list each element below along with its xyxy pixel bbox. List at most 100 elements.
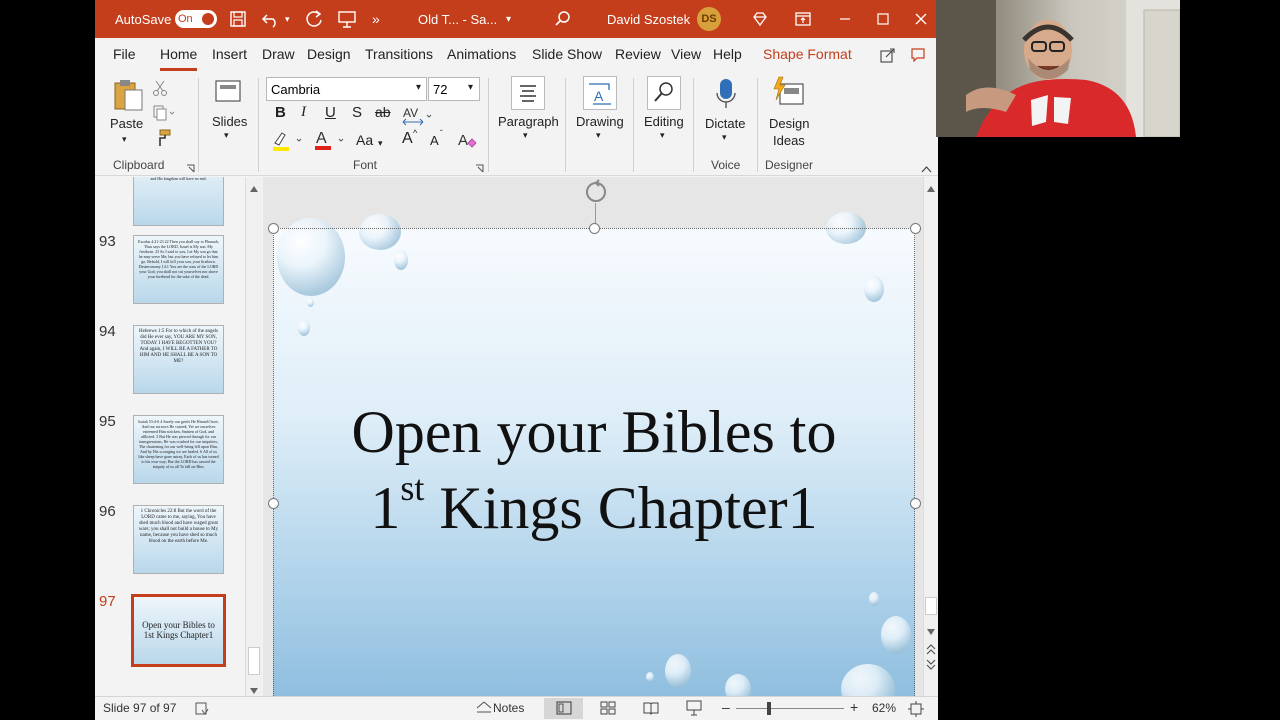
change-case-button[interactable]: Aa [356,132,373,148]
accessibility-icon[interactable] [195,702,209,719]
title-dropdown-icon[interactable]: ▾ [506,0,511,38]
microphone-icon[interactable] [715,78,737,117]
paragraph-dropdown-icon[interactable]: ▾ [523,130,528,141]
undo-icon[interactable] [261,0,281,38]
diamond-icon[interactable] [751,0,769,38]
document-title[interactable]: Old T... - Sa... [418,0,497,38]
design-ideas-button[interactable]: Design [769,116,809,131]
next-slide-icon[interactable] [926,658,936,676]
slide-show-icon[interactable] [686,700,702,719]
slide-sorter-icon[interactable] [600,701,616,718]
strikethrough-button[interactable]: ab [375,104,391,120]
resize-handle[interactable] [910,498,921,509]
scroll-down-icon[interactable] [249,682,259,696]
slide-thumbnail-95[interactable]: Isaiah 53:4-6 4 Surely our griefs He Him… [133,415,224,484]
maximize-icon[interactable] [877,0,889,38]
drawing-icon[interactable]: A [583,76,617,115]
dictate-button[interactable]: Dictate [705,116,745,131]
paragraph-button[interactable]: Paragraph [498,114,559,129]
tab-slide-show[interactable]: Slide Show [532,46,602,68]
zoom-level[interactable]: 62% [872,701,896,715]
slide-thumbnail-96[interactable]: 1 Chronicles 22:8 But the word of the LO… [133,505,224,574]
copy-icon[interactable] [153,105,175,126]
shrink-font-button[interactable]: A [430,133,439,148]
notes-icon[interactable] [476,701,492,718]
font-color-icon[interactable]: A [313,128,347,157]
fit-slide-icon[interactable] [908,701,924,720]
thumbnails-scroll-thumb[interactable] [248,647,260,675]
more-commands-icon[interactable]: » [372,0,380,38]
editing-dropdown-icon[interactable]: ▾ [660,130,665,141]
font-name-dropdown-icon[interactable]: ▾ [416,82,421,93]
tab-draw[interactable]: Draw [262,46,295,68]
normal-view-icon[interactable] [556,701,572,718]
share-icon[interactable] [880,47,896,66]
underline-button[interactable]: U [325,104,336,121]
design-ideas-icon[interactable] [771,76,805,113]
undo-dropdown-icon[interactable]: ▾ [285,0,290,38]
slides-button[interactable]: Slides [212,114,247,129]
autosave-toggle[interactable]: On [175,10,217,28]
font-launcher-icon[interactable] [475,160,484,178]
zoom-in-button[interactable]: + [850,699,858,715]
close-icon[interactable] [915,0,927,38]
resize-handle[interactable] [268,498,279,509]
save-icon[interactable] [229,0,247,38]
zoom-slider-thumb[interactable] [767,702,771,715]
clipboard-launcher-icon[interactable] [186,160,195,178]
tab-animations[interactable]: Animations [447,46,516,68]
design-ideas-button-line2[interactable]: Ideas [773,133,805,148]
editing-button[interactable]: Editing [644,114,684,129]
resize-handle[interactable] [589,223,600,234]
new-slide-icon[interactable] [215,80,241,107]
drawing-dropdown-icon[interactable]: ▾ [596,130,601,141]
search-icon[interactable] [554,0,572,38]
slide-thumbnail-94[interactable]: Hebrews 1:5 For to which of the angels d… [133,325,224,394]
font-name-select[interactable] [266,77,427,101]
bold-button[interactable]: B [275,104,286,121]
scroll-up-icon[interactable] [249,180,259,198]
zoom-slider-track[interactable] [736,708,844,709]
resize-handle[interactable] [268,223,279,234]
ribbon-display-icon[interactable] [795,0,811,38]
tab-help[interactable]: Help [713,46,742,68]
highlight-icon[interactable] [271,130,305,157]
collapse-ribbon-icon[interactable] [921,160,932,178]
scroll-up-icon[interactable] [926,180,936,198]
editing-icon[interactable] [647,76,681,115]
clear-formatting-icon[interactable]: A [457,130,477,155]
tab-insert[interactable]: Insert [212,46,247,68]
redo-icon[interactable] [304,0,324,38]
tab-design[interactable]: Design [307,46,351,68]
thumbnails-scrollbar[interactable] [245,177,262,696]
paste-button[interactable]: Paste [110,116,143,131]
change-case-dropdown-icon[interactable]: ▾ [378,138,383,149]
slide-thumbnail-92[interactable]: called the Son of the Most High; and the… [133,177,224,226]
notes-button[interactable]: Notes [493,701,524,715]
format-painter-icon[interactable] [153,129,171,152]
resize-handle[interactable] [910,223,921,234]
user-name[interactable]: David Szostek [607,0,690,38]
tab-view[interactable]: View [671,46,701,68]
comments-icon[interactable] [910,47,926,66]
slide-scrollbar[interactable] [923,177,938,696]
scroll-down-icon[interactable] [926,623,936,641]
tab-review[interactable]: Review [615,46,661,68]
paragraph-icon[interactable] [511,76,545,115]
drawing-button[interactable]: Drawing [576,114,624,129]
tab-shape-format[interactable]: Shape Format [763,46,852,68]
dictate-dropdown-icon[interactable]: ▾ [722,132,727,143]
italic-button[interactable]: I [301,104,306,121]
slide-thumbnail-97[interactable]: Open your Bibles to 1st Kings Chapter1 [131,594,226,667]
tab-file[interactable]: File [113,46,136,68]
tab-transitions[interactable]: Transitions [365,46,433,68]
cut-icon[interactable] [153,80,167,101]
font-size-dropdown-icon[interactable]: ▾ [468,82,473,93]
grow-font-button[interactable]: A [402,130,413,148]
text-shadow-button[interactable]: S [352,104,362,121]
slide-scroll-thumb[interactable] [925,597,937,615]
zoom-out-button[interactable]: – [722,699,730,715]
reading-view-icon[interactable] [643,701,659,718]
minimize-icon[interactable] [839,0,851,38]
avatar[interactable]: DS [697,7,721,31]
